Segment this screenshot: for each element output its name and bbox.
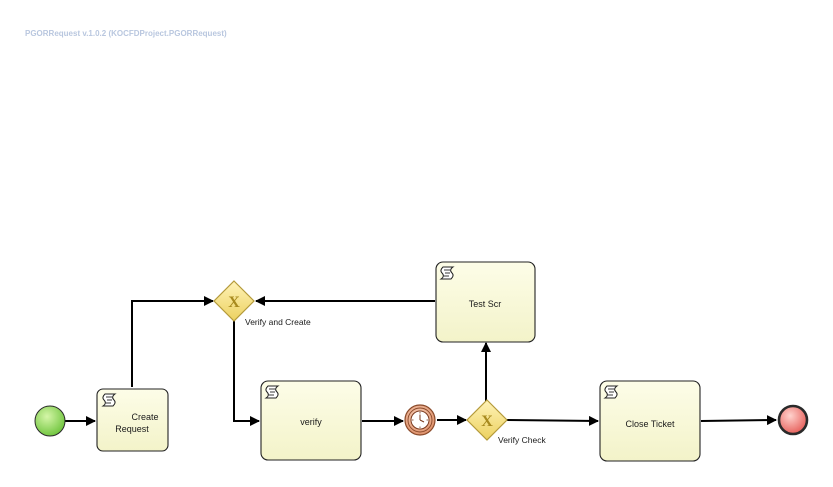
script-icon: [440, 266, 454, 280]
process-title: PGORRequest v.1.0.2 (KOCFDProject.PGORRe…: [25, 29, 227, 38]
timer-event[interactable]: [404, 404, 436, 436]
end-event[interactable]: [777, 404, 809, 436]
task-test-scr[interactable]: Test Scr: [435, 261, 536, 343]
gateway-verify-check[interactable]: X Verify Check: [466, 399, 546, 445]
task-create-request-label-line1: Create: [131, 412, 158, 422]
flow-close-ticket-to-end[interactable]: [700, 415, 777, 426]
task-create-request[interactable]: Create Request: [96, 388, 169, 452]
clock-icon: [410, 410, 430, 430]
task-verify[interactable]: verify: [260, 380, 362, 461]
script-icon: [265, 385, 279, 399]
task-test-scr-label: Test Scr: [469, 299, 502, 309]
task-close-ticket[interactable]: Close Ticket: [599, 380, 701, 462]
gateway-verify-check-label: Verify Check: [498, 435, 546, 445]
process-diagram: PGORRequest v.1.0.2 (KOCFDProject.PGORRe…: [25, 29, 809, 462]
task-create-request-label-line2: Request: [115, 424, 149, 434]
script-icon: [604, 385, 618, 399]
gateway-verify-and-create[interactable]: X Verify and Create: [213, 280, 311, 327]
exclusive-gateway-icon: X: [481, 413, 493, 430]
exclusive-gateway-icon: X: [228, 294, 240, 311]
script-icon: [102, 393, 116, 407]
gateway-verify-and-create-label: Verify and Create: [245, 317, 311, 327]
flow-verify-check-to-close-ticket[interactable]: [506, 415, 599, 426]
task-verify-label: verify: [300, 417, 322, 427]
task-close-ticket-label: Close Ticket: [625, 419, 675, 429]
flow-verify-and-create-to-verify[interactable]: [233, 321, 260, 426]
start-event[interactable]: [34, 405, 66, 437]
flow-create-request-to-verify-and-create[interactable]: [131, 296, 214, 387]
